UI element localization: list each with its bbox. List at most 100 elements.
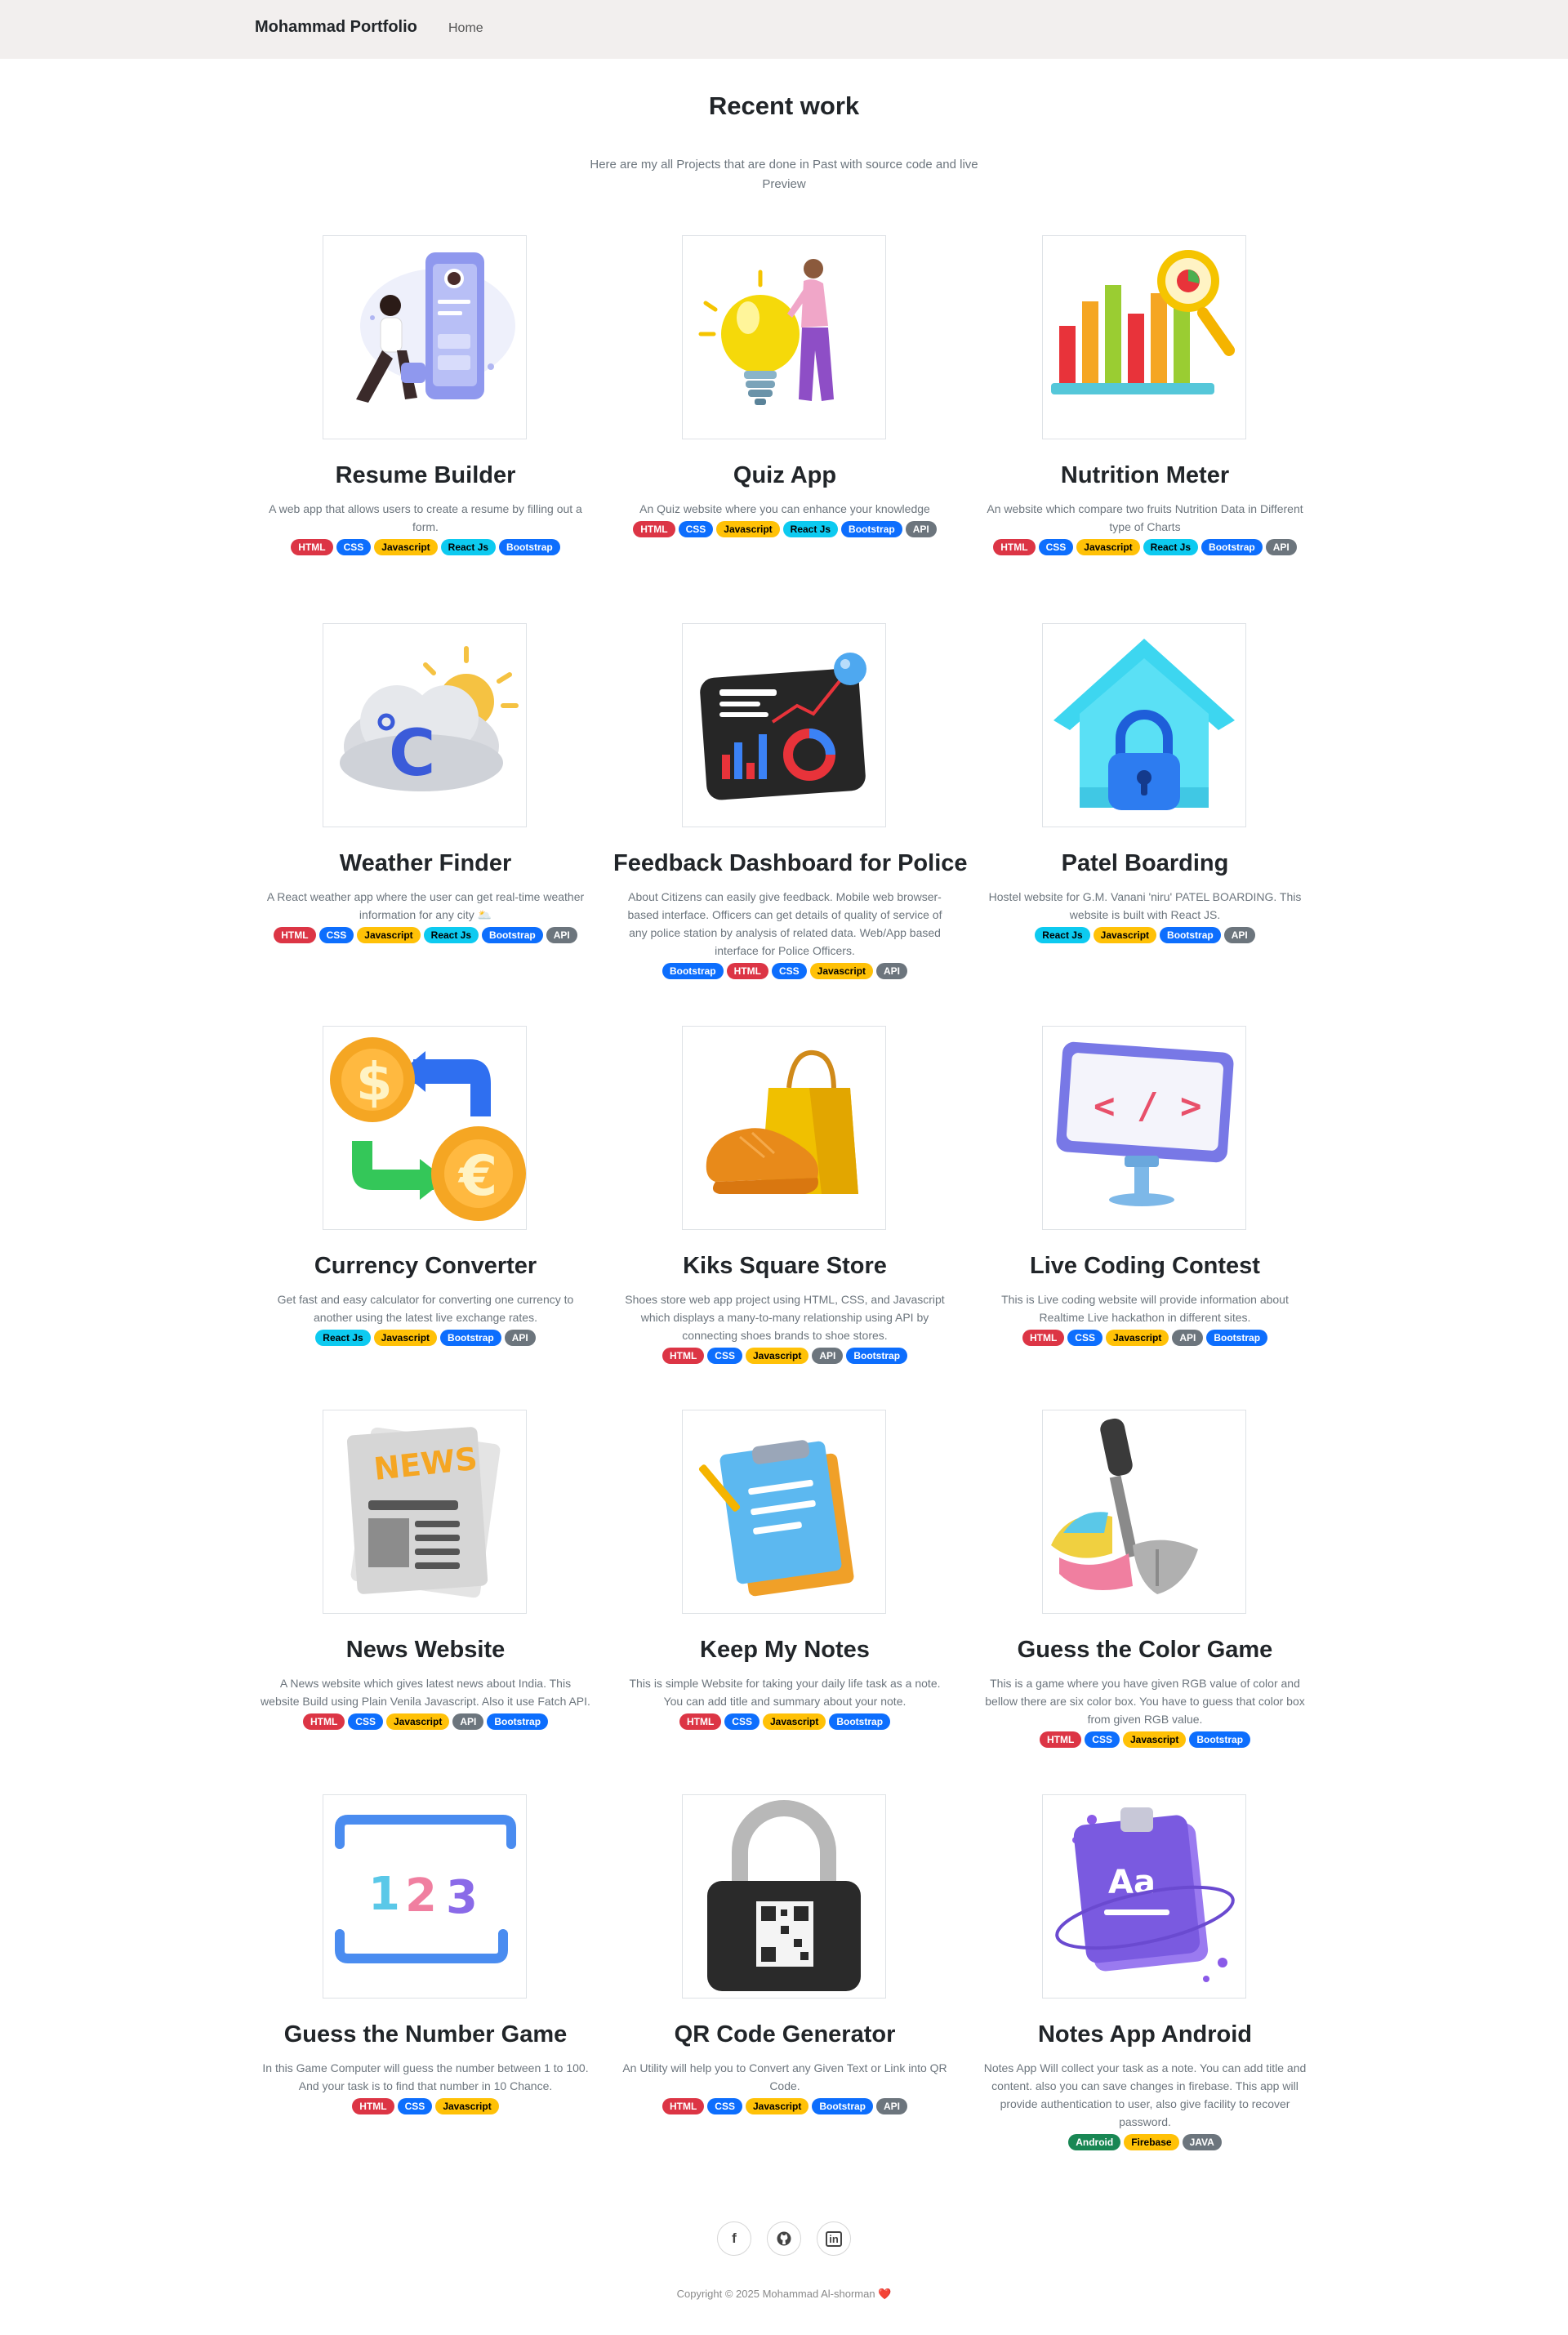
project-title[interactable]: Weather Finder [254,850,597,877]
numbers-123-illustration[interactable]: 123 [323,1794,527,1999]
tech-badges: HTML CSS Javascript React Js Bootstrap [254,537,597,558]
resume-illustration[interactable] [323,235,527,439]
notes-app-illustration[interactable]: Aa [1042,1794,1246,1999]
code-screen-illustration[interactable]: < / > [1042,1026,1246,1230]
project-title[interactable]: Guess the Color Game [973,1637,1316,1664]
badge-html: HTML [662,1348,705,1364]
badge-bootstrap: Bootstrap [1206,1330,1268,1346]
badge-api: API [812,1348,844,1364]
project-title[interactable]: Quiz App [613,462,956,489]
svg-text:$: $ [356,1053,393,1113]
project-title[interactable]: Resume Builder [254,462,597,489]
badge-api: API [876,2098,908,2114]
tech-badges: HTML CSS Javascript Bootstrap [613,1711,956,1732]
svg-text:2: 2 [405,1869,437,1923]
badge-api: API [876,963,908,979]
weather-cloud-illustration[interactable]: C [323,623,527,827]
navbar: Mohammad Portfolio Home [0,0,1568,59]
tech-badges: HTML CSS Javascript API Bootstrap [973,1327,1316,1348]
github-link[interactable] [767,2221,801,2256]
badge-css: CSS [1067,1330,1102,1346]
badge-bootstrap: Bootstrap [1201,539,1263,555]
project-title[interactable]: Feedback Dashboard for Police [613,850,968,877]
tech-badges: React Js Javascript Bootstrap API [254,1327,597,1348]
svg-text:C: C [389,717,435,791]
nav-home-link[interactable]: Home [448,21,483,36]
svg-text:3: 3 [446,1871,478,1924]
badge-css: CSS [1038,539,1074,555]
project-title[interactable]: Notes App Android [973,2021,1316,2048]
color-dropper-illustration[interactable] [1042,1410,1246,1614]
tech-badges: HTML CSS Javascript API Bootstrap [254,1711,597,1732]
tech-badges: HTML CSS Javascript Bootstrap API [613,2096,956,2117]
badge-bootstrap: Bootstrap [482,927,543,943]
badge-react-js: React Js [1143,539,1199,555]
notepad-illustration[interactable] [682,1410,886,1614]
project-description: Get fast and easy calculator for convert… [277,1293,574,1324]
lightbulb-illustration[interactable] [682,235,886,439]
badge-javascript: Javascript [435,2098,499,2114]
svg-text:1: 1 [368,1868,400,1921]
linkedin-link[interactable]: in [817,2221,851,2256]
badge-bootstrap: Bootstrap [812,2098,874,2114]
tech-badges: Bootstrap HTML CSS Javascript API [613,960,956,982]
brand-link[interactable]: Mohammad Portfolio [255,18,417,37]
badge-api: API [452,1713,484,1730]
bar-chart-magnifier-illustration[interactable] [1042,235,1246,439]
badge-css: CSS [336,539,372,555]
facebook-icon: f [732,2230,737,2246]
project-description: This is simple Website for taking your d… [629,1677,941,1708]
badge-javascript: Javascript [373,1330,438,1346]
copyright-text: Copyright © 2025 Mohammad Al-shorman [676,2288,875,2300]
badge-html: HTML [302,1713,345,1730]
badge-bootstrap: Bootstrap [1189,1731,1251,1748]
badge-react-js: React Js [440,539,497,555]
tech-badges: Android Firebase JAVA [973,2132,1316,2153]
facebook-link[interactable]: f [717,2221,751,2256]
badge-javascript: Javascript [1122,1731,1187,1748]
badge-css: CSS [707,1348,742,1364]
project-description: An website which compare two fruits Nutr… [987,502,1303,533]
badge-html: HTML [679,1713,722,1730]
badge-javascript: Javascript [745,1348,809,1364]
project-title[interactable]: Keep My Notes [613,1637,956,1664]
badge-html: HTML [726,963,768,979]
badge-firebase: Firebase [1124,2134,1179,2150]
badge-bootstrap: Bootstrap [841,521,902,537]
badge-css: CSS [771,963,807,979]
badge-html: HTML [1039,1731,1082,1748]
project-title[interactable]: News Website [254,1637,597,1664]
page-subtitle: Here are my all Projects that are done i… [590,158,978,191]
badge-bootstrap: Bootstrap [440,1330,501,1346]
linkedin-icon: in [826,2230,842,2247]
project-title[interactable]: QR Code Generator [613,2021,956,2048]
project-description: This is Live coding website will provide… [1001,1293,1289,1324]
badge-api: API [504,1330,536,1346]
project-description: Notes App Will collect your task as a no… [983,2061,1307,2128]
badge-css: CSS [397,2098,433,2114]
project-title[interactable]: Currency Converter [254,1253,597,1280]
badge-css: CSS [678,521,714,537]
project-title[interactable]: Nutrition Meter [973,462,1316,489]
dashboard-illustration[interactable] [682,623,886,827]
project-description: This is a game where you have given RGB … [985,1677,1305,1726]
project-title[interactable]: Patel Boarding [973,850,1316,877]
badge-html: HTML [291,539,333,555]
badge-html: HTML [352,2098,394,2114]
badge-api: API [905,521,937,537]
project-title[interactable]: Live Coding Contest [973,1253,1316,1280]
project-title[interactable]: Kiks Square Store [613,1253,956,1280]
badge-javascript: Javascript [1076,539,1140,555]
project-title[interactable]: Guess the Number Game [254,2021,597,2048]
qr-padlock-illustration[interactable] [682,1794,886,1999]
svg-text:< / >: < / > [1094,1085,1201,1127]
copyright: Copyright © 2025 Mohammad Al-shorman ❤️ [0,2288,1568,2301]
badge-bootstrap: Bootstrap [662,963,724,979]
shoe-bag-illustration[interactable] [682,1026,886,1230]
house-lock-illustration[interactable] [1042,623,1246,827]
badge-bootstrap: Bootstrap [499,539,560,555]
newspaper-illustration[interactable]: NEWS [323,1410,527,1614]
badge-java: JAVA [1182,2134,1222,2150]
tech-badges: React Js Javascript Bootstrap API [973,925,1316,946]
currency-exchange-illustration[interactable]: $ € [323,1026,527,1230]
